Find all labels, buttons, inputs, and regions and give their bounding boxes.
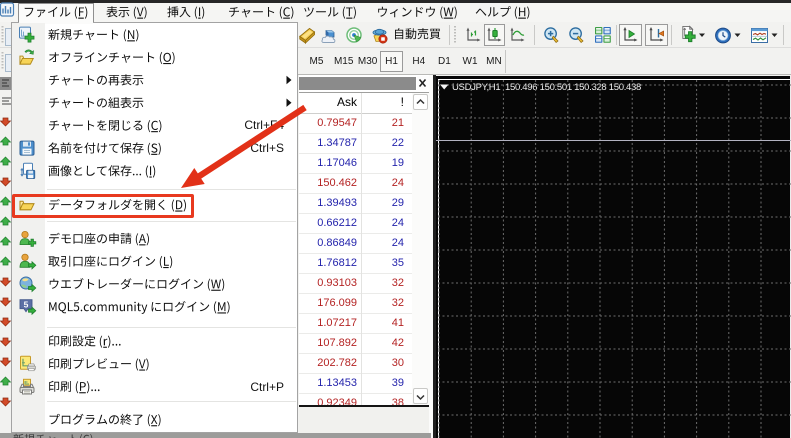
- svg-text:5: 5: [24, 299, 29, 309]
